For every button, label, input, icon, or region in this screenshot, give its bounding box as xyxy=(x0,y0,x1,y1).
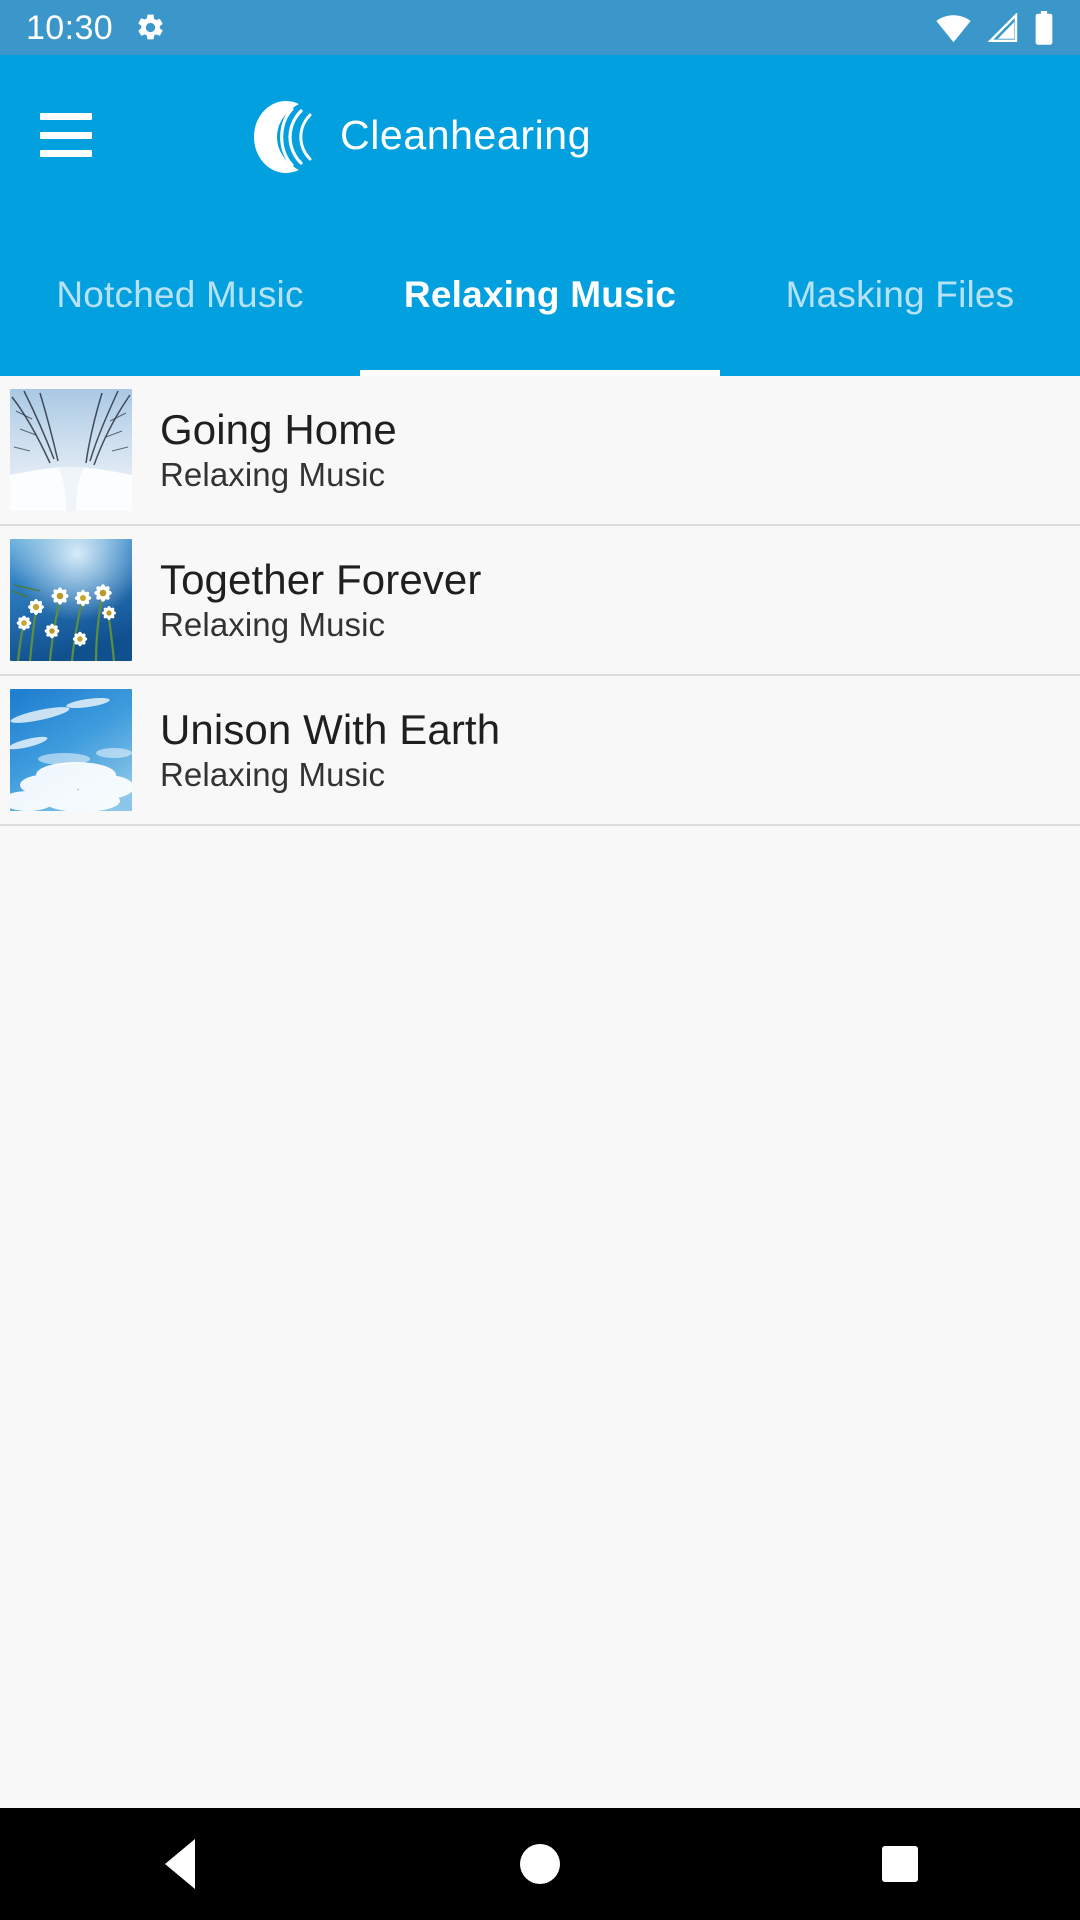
list-item[interactable]: Unison With Earth Relaxing Music xyxy=(0,676,1080,826)
recents-button[interactable] xyxy=(720,1846,1080,1882)
status-bar-right xyxy=(935,10,1054,45)
app-brand: Cleanhearing xyxy=(246,97,591,173)
tab-label: Masking Files xyxy=(785,274,1015,315)
battery-full-icon xyxy=(1034,10,1054,45)
menu-bar-1 xyxy=(40,113,92,120)
cellular-signal-icon xyxy=(986,12,1020,43)
tab-masking-files[interactable]: Masking Files xyxy=(720,220,1080,376)
empty-list-area xyxy=(0,834,1080,1840)
list-item-subtitle: Relaxing Music xyxy=(160,605,386,643)
android-nav-bar xyxy=(0,1808,1080,1920)
recents-square-icon xyxy=(882,1846,918,1882)
snowy-forest-path-thumbnail xyxy=(10,389,132,511)
list-item-text: Going Home Relaxing Music xyxy=(160,405,397,493)
page-title: Cleanhearing xyxy=(340,111,592,158)
home-button[interactable] xyxy=(360,1844,720,1884)
tab-label: Notched Music xyxy=(56,274,304,315)
status-bar: 10:30 xyxy=(0,0,1080,55)
list-item-title: Together Forever xyxy=(160,555,482,603)
home-circle-icon xyxy=(520,1844,560,1884)
back-button[interactable] xyxy=(0,1839,360,1889)
tab-label: Relaxing Music xyxy=(403,274,677,315)
back-triangle-icon xyxy=(165,1839,195,1889)
status-clock: 10:30 xyxy=(26,8,114,47)
hamburger-menu-icon[interactable] xyxy=(40,113,92,157)
list-item[interactable]: Going Home Relaxing Music xyxy=(0,376,1080,526)
list-item-title: Going Home xyxy=(160,405,397,453)
gear-icon xyxy=(135,12,166,43)
menu-bar-3 xyxy=(40,150,92,157)
tab-relaxing-music[interactable]: Relaxing Music xyxy=(360,220,720,376)
list-item-subtitle: Relaxing Music xyxy=(160,455,386,493)
daisies-blue-sky-thumbnail xyxy=(10,539,132,661)
status-bar-left: 10:30 xyxy=(26,11,166,45)
list-item[interactable]: Together Forever Relaxing Music xyxy=(0,526,1080,676)
app-bar-top: Cleanhearing xyxy=(0,55,1080,220)
list-item-text: Unison With Earth Relaxing Music xyxy=(160,705,501,793)
list-item-subtitle: Relaxing Music xyxy=(160,755,386,793)
phone-screen: 10:30 Cleanhearing Notched Music Relaxin… xyxy=(0,0,1080,1920)
blue-sky-clouds-thumbnail xyxy=(10,689,132,811)
tab-notched-music[interactable]: Notched Music xyxy=(0,220,360,376)
list-item-title: Unison With Earth xyxy=(160,705,501,753)
list-item-text: Together Forever Relaxing Music xyxy=(160,555,482,643)
cleanhearing-logo-icon xyxy=(246,97,318,173)
tab-bar: Notched Music Relaxing Music Masking Fil… xyxy=(0,220,1080,376)
menu-bar-2 xyxy=(40,131,92,139)
track-list: Going Home Relaxing Music Together Forev… xyxy=(0,376,1080,826)
wifi-full-icon xyxy=(935,13,972,43)
app-bar: Cleanhearing Notched Music Relaxing Musi… xyxy=(0,55,1080,376)
